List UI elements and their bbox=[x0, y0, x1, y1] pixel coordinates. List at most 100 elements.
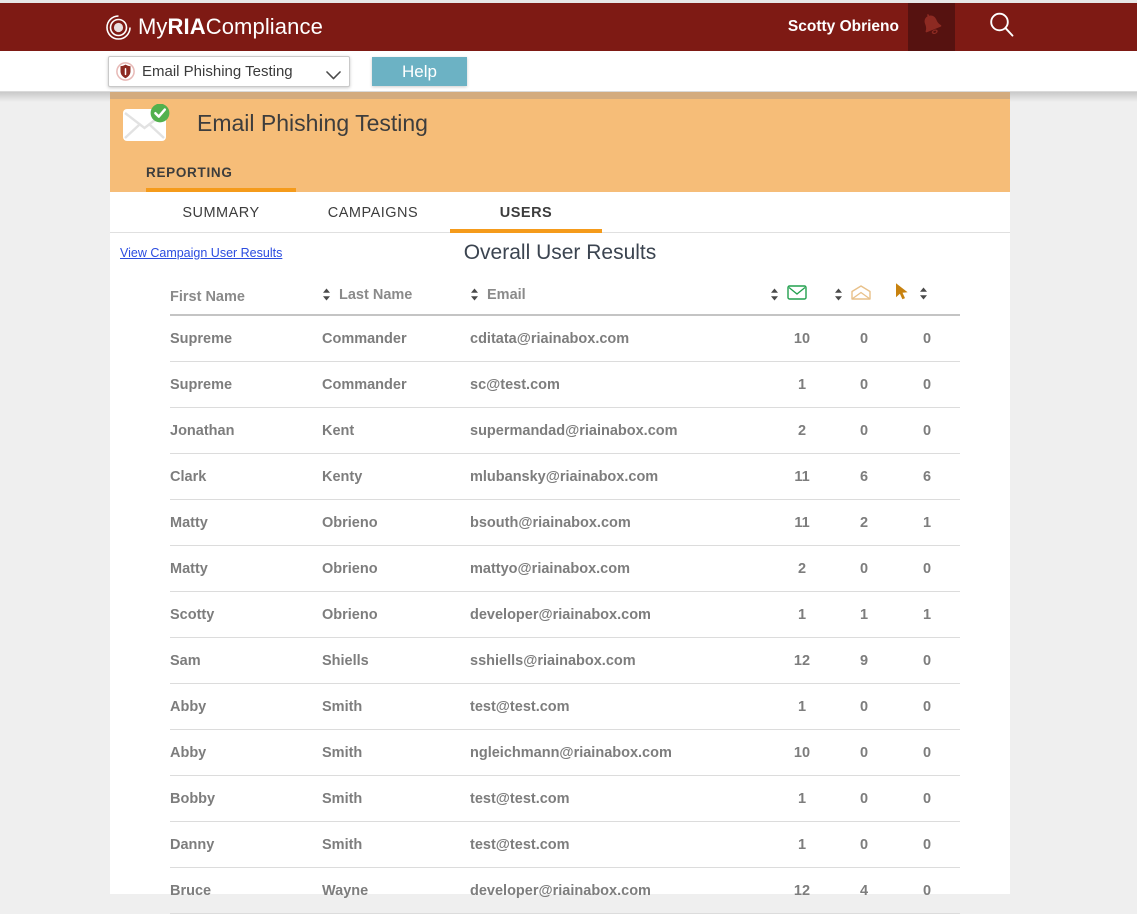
table-row[interactable]: AbbySmithngleichmann@riainabox.com1000 bbox=[170, 730, 960, 776]
cell-last-name: Smith bbox=[322, 730, 470, 776]
cell-first-name: Matty bbox=[170, 546, 322, 592]
sort-arrows-icon bbox=[919, 287, 928, 300]
cell-email: supermandad@riainabox.com bbox=[470, 408, 770, 454]
brand-logo[interactable]: MyRIACompliance bbox=[106, 14, 323, 40]
cell-emails-opened: 0 bbox=[834, 684, 894, 730]
tab-summary-label: SUMMARY bbox=[182, 205, 259, 221]
notification-bell-icon bbox=[918, 11, 946, 44]
table-row[interactable]: MattyObrienomattyo@riainabox.com200 bbox=[170, 546, 960, 592]
cell-emails-opened: 2 bbox=[834, 500, 894, 546]
cell-last-name: Obrieno bbox=[322, 500, 470, 546]
tab-users[interactable]: USERS bbox=[450, 192, 602, 233]
table-row[interactable]: SupremeCommandersc@test.com100 bbox=[170, 362, 960, 408]
cell-email: mattyo@riainabox.com bbox=[470, 546, 770, 592]
cell-emails-sent: 11 bbox=[770, 454, 834, 500]
column-header-last-name[interactable]: Last Name bbox=[322, 282, 470, 315]
envelope-sent-icon bbox=[787, 285, 807, 304]
cell-links-clicked: 0 bbox=[894, 776, 960, 822]
cell-emails-opened: 4 bbox=[834, 868, 894, 914]
cell-emails-sent: 2 bbox=[770, 408, 834, 454]
cell-emails-sent: 11 bbox=[770, 500, 834, 546]
cell-emails-opened: 0 bbox=[834, 546, 894, 592]
cell-links-clicked: 0 bbox=[894, 868, 960, 914]
cell-first-name: Jonathan bbox=[170, 408, 322, 454]
cell-emails-opened: 0 bbox=[834, 822, 894, 868]
cell-last-name: Commander bbox=[322, 315, 470, 362]
cell-first-name: Scotty bbox=[170, 592, 322, 638]
table-row[interactable]: SupremeCommandercditata@riainabox.com100… bbox=[170, 315, 960, 362]
cell-last-name: Wayne bbox=[322, 868, 470, 914]
cell-last-name: Kenty bbox=[322, 454, 470, 500]
cell-email: test@test.com bbox=[470, 684, 770, 730]
tab-campaigns-label: CAMPAIGNS bbox=[328, 205, 418, 221]
table-row[interactable]: ScottyObrienodeveloper@riainabox.com111 bbox=[170, 592, 960, 638]
table-row[interactable]: JonathanKentsupermandad@riainabox.com200 bbox=[170, 408, 960, 454]
cell-emails-sent: 12 bbox=[770, 868, 834, 914]
user-name-label[interactable]: Scotty Obrieno bbox=[788, 18, 899, 36]
search-icon bbox=[986, 9, 1018, 46]
cell-links-clicked: 0 bbox=[894, 684, 960, 730]
cell-first-name: Supreme bbox=[170, 315, 322, 362]
sort-arrows-icon bbox=[834, 288, 843, 301]
content-panel: Email Phishing Testing REPORTING SUMMARY… bbox=[110, 92, 1010, 894]
table-row[interactable]: SamShiellssshiells@riainabox.com1290 bbox=[170, 638, 960, 684]
cell-emails-sent: 10 bbox=[770, 730, 834, 776]
search-button[interactable] bbox=[977, 3, 1027, 51]
cell-last-name: Smith bbox=[322, 776, 470, 822]
cell-emails-opened: 0 bbox=[834, 315, 894, 362]
user-results-table: First Name Last Name bbox=[170, 282, 960, 914]
tab-summary[interactable]: SUMMARY bbox=[146, 192, 296, 233]
table-row[interactable]: DannySmithtest@test.com100 bbox=[170, 822, 960, 868]
column-header-emails-sent[interactable] bbox=[770, 282, 834, 315]
tab-campaigns[interactable]: CAMPAIGNS bbox=[298, 192, 448, 233]
cell-emails-sent: 1 bbox=[770, 776, 834, 822]
cell-email: bsouth@riainabox.com bbox=[470, 500, 770, 546]
myriacompliance-logo-icon bbox=[106, 15, 131, 40]
cell-emails-opened: 0 bbox=[834, 362, 894, 408]
cell-first-name: Danny bbox=[170, 822, 322, 868]
cell-last-name: Obrieno bbox=[322, 592, 470, 638]
table-row[interactable]: MattyObrienobsouth@riainabox.com1121 bbox=[170, 500, 960, 546]
cell-emails-opened: 6 bbox=[834, 454, 894, 500]
cell-links-clicked: 1 bbox=[894, 592, 960, 638]
cell-email: developer@riainabox.com bbox=[470, 592, 770, 638]
column-header-emails-opened[interactable] bbox=[834, 282, 894, 315]
banner-top-strip bbox=[110, 92, 1010, 99]
cell-emails-opened: 1 bbox=[834, 592, 894, 638]
table-row[interactable]: ClarkKentymlubansky@riainabox.com1166 bbox=[170, 454, 960, 500]
cell-emails-sent: 1 bbox=[770, 362, 834, 408]
cell-links-clicked: 0 bbox=[894, 546, 960, 592]
cursor-click-icon bbox=[894, 282, 911, 305]
cell-email: sshiells@riainabox.com bbox=[470, 638, 770, 684]
cell-links-clicked: 0 bbox=[894, 638, 960, 684]
cell-email: test@test.com bbox=[470, 822, 770, 868]
table-row[interactable]: AbbySmithtest@test.com100 bbox=[170, 684, 960, 730]
column-header-first-name[interactable]: First Name bbox=[170, 282, 322, 315]
table-row[interactable]: BobbySmithtest@test.com100 bbox=[170, 776, 960, 822]
cell-first-name: Matty bbox=[170, 500, 322, 546]
table-header-row: First Name Last Name bbox=[170, 282, 960, 315]
cell-last-name: Smith bbox=[322, 684, 470, 730]
notifications-button[interactable] bbox=[908, 3, 955, 51]
cell-first-name: Sam bbox=[170, 638, 322, 684]
user-results-table-body: SupremeCommandercditata@riainabox.com100… bbox=[170, 315, 960, 914]
app-selector-dropdown[interactable]: Email Phishing Testing bbox=[108, 56, 350, 87]
column-header-email-label: Email bbox=[487, 287, 526, 303]
sub-navigation-bar: Email Phishing Testing Help bbox=[0, 51, 1137, 92]
cell-emails-opened: 0 bbox=[834, 776, 894, 822]
help-button[interactable]: Help bbox=[372, 57, 467, 86]
cell-emails-sent: 1 bbox=[770, 822, 834, 868]
cell-last-name: Commander bbox=[322, 362, 470, 408]
cell-first-name: Abby bbox=[170, 730, 322, 776]
cell-email: ngleichmann@riainabox.com bbox=[470, 730, 770, 776]
cell-email: sc@test.com bbox=[470, 362, 770, 408]
cell-emails-sent: 2 bbox=[770, 546, 834, 592]
column-header-links-clicked[interactable] bbox=[894, 282, 960, 315]
column-header-email[interactable]: Email bbox=[470, 282, 770, 315]
cell-links-clicked: 0 bbox=[894, 822, 960, 868]
cell-links-clicked: 0 bbox=[894, 730, 960, 776]
column-header-first-name-label: First Name bbox=[170, 289, 245, 305]
section-tab-reporting[interactable]: REPORTING bbox=[146, 165, 233, 192]
table-row[interactable]: BruceWaynedeveloper@riainabox.com1240 bbox=[170, 868, 960, 914]
cell-emails-sent: 10 bbox=[770, 315, 834, 362]
